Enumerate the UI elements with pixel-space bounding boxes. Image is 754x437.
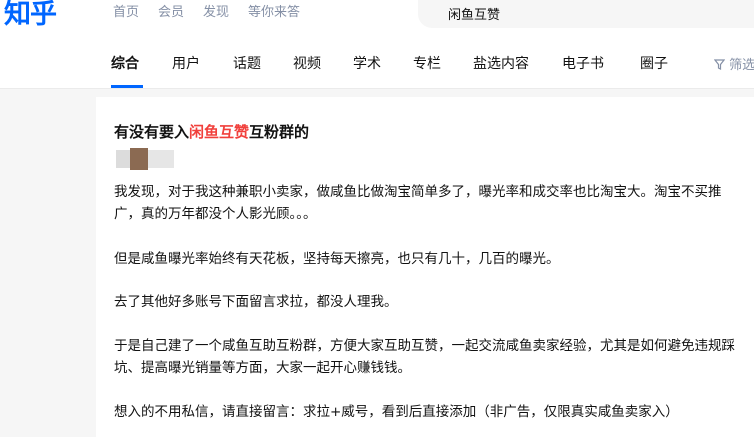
tab-users[interactable]: 用户 <box>172 54 200 74</box>
title-prefix: 有没有要入 <box>114 123 190 141</box>
tab-academic[interactable]: 学术 <box>353 54 381 74</box>
author-avatar[interactable] <box>116 148 174 170</box>
tab-all[interactable]: 综合 <box>111 54 139 74</box>
result-paragraph: 于是自己建了一个咸鱼互助互粉群，方便大家互助互赞，一起交流咸鱼卖家经验，尤其是如… <box>114 338 735 376</box>
filter-button[interactable]: 筛选 <box>713 54 754 73</box>
result-paragraph: 去了其他好多账号下面留言求拉，都没人理我。 <box>114 294 398 310</box>
result-paragraph: 想入的不用私信，请直接留言：求拉+威号，看到后直接添加（非广告，仅限真实咸鱼卖家… <box>114 404 679 420</box>
filter-icon <box>713 59 726 70</box>
top-nav: 首页 会员 发现 等你来答 <box>113 4 319 22</box>
tab-circles[interactable]: 圈子 <box>640 54 668 74</box>
nav-membership[interactable]: 会员 <box>158 4 184 22</box>
title-highlight: 闲鱼互赞 <box>189 123 250 141</box>
search-result-card: 有没有要入闲鱼互赞互粉群的 我发现，对于我这种兼职小卖家，做咸鱼比做淘宝简单多了… <box>96 97 754 437</box>
nav-discover[interactable]: 发现 <box>203 4 229 22</box>
filter-label: 筛选 <box>729 58 754 73</box>
search-input-value[interactable]: 闲鱼互赞 <box>448 4 500 23</box>
search-tabs: 综合 用户 话题 视频 学术 专栏 盐选内容 电子书 圈子 筛选 <box>0 38 754 89</box>
title-suffix: 互粉群的 <box>249 123 310 141</box>
search-input[interactable]: 闲鱼互赞 <box>418 0 754 28</box>
tab-videos[interactable]: 视频 <box>293 54 321 74</box>
nav-home[interactable]: 首页 <box>113 4 139 22</box>
tab-salt-selected[interactable]: 盐选内容 <box>473 54 529 74</box>
tab-ebooks[interactable]: 电子书 <box>562 54 604 74</box>
zhihu-logo[interactable]: 知乎 <box>4 0 57 31</box>
nav-waiting-answers[interactable]: 等你来答 <box>248 4 300 22</box>
tab-topics[interactable]: 话题 <box>233 54 261 74</box>
result-paragraph: 我发现，对于我这种兼职小卖家，做咸鱼比做淘宝简单多了，曝光率和成交率也比淘宝大。… <box>114 184 722 222</box>
top-header: 知乎 首页 会员 发现 等你来答 闲鱼互赞 <box>0 0 754 38</box>
tab-columns[interactable]: 专栏 <box>413 54 441 74</box>
active-tab-indicator <box>111 85 143 88</box>
result-paragraph: 但是咸鱼曝光率始终有天花板，坚持每天擦亮，也只有几十，几百的曝光。 <box>114 251 560 267</box>
result-title[interactable]: 有没有要入闲鱼互赞互粉群的 <box>114 121 309 142</box>
